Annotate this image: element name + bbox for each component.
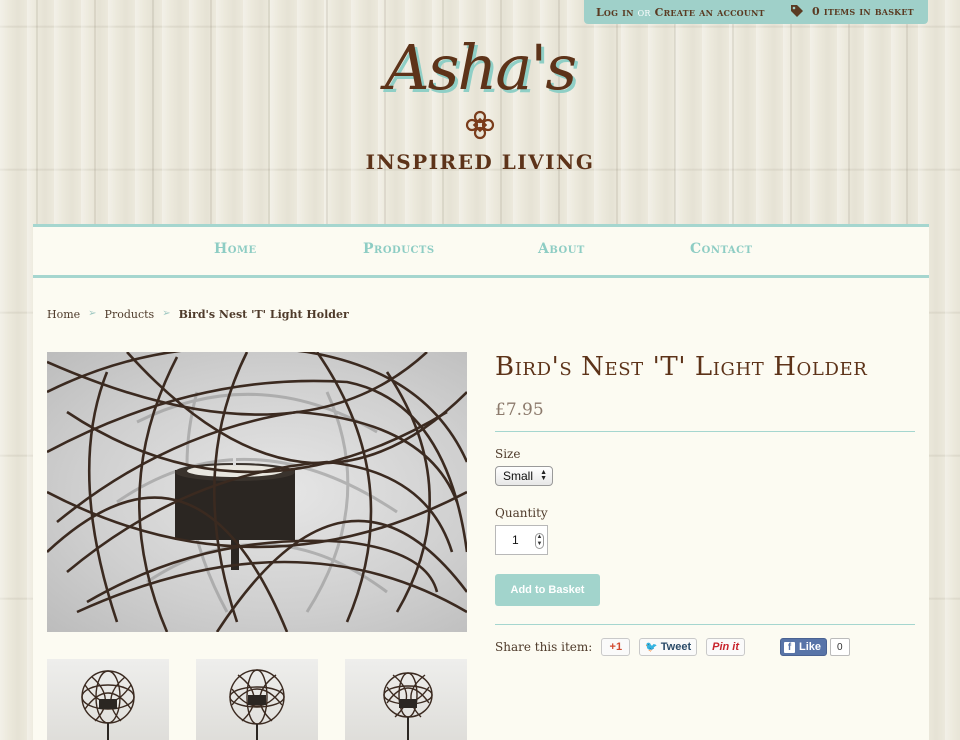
share-bar: Share this item: +1 🐦 Tweet Pin it f Lik… (495, 638, 850, 656)
nav-divider (33, 275, 929, 278)
quantity-value: 1 (512, 533, 519, 547)
twitter-bird-icon: 🐦 (645, 641, 658, 653)
size-value: Small (503, 469, 534, 483)
product-main-image[interactable] (47, 352, 467, 632)
quantity-input[interactable]: 1 ▲ ▼ (495, 525, 548, 555)
nav-contact[interactable]: Contact (690, 241, 753, 257)
add-to-basket-button[interactable]: Add to Basket (495, 574, 600, 606)
select-arrows-icon: ▲ ▼ (540, 469, 547, 482)
price-tag-icon (791, 5, 803, 17)
like-count: 0 (830, 638, 850, 656)
thumbnail-image (81, 670, 135, 740)
product-price: £7.95 (495, 400, 544, 420)
breadcrumb-products[interactable]: Products (105, 308, 155, 321)
knot-ornament-icon (465, 110, 495, 140)
quantity-label: Quantity (495, 506, 548, 520)
or-text: or (637, 5, 651, 19)
breadcrumb: Home ➢ Products ➢ Bird's Nest 'T' Light … (47, 308, 349, 321)
site-logo[interactable]: Asha's INSPIRED LIVING (360, 28, 600, 188)
size-select[interactable]: Small ▲ ▼ (495, 466, 553, 486)
breadcrumb-current: Bird's Nest 'T' Light Holder (178, 308, 349, 321)
nav-products[interactable]: Products (363, 241, 435, 257)
login-link[interactable]: Log in (596, 6, 634, 19)
thumbnail-image (229, 669, 285, 740)
google-plus-button[interactable]: +1 (601, 638, 631, 656)
birds-nest-photo (47, 352, 467, 632)
product-title: Bird's Nest 'T' Light Holder (495, 352, 868, 382)
product-thumbnail[interactable] (196, 659, 318, 740)
like-label: Like (799, 641, 822, 653)
share-label: Share this item: (495, 640, 593, 654)
basket-link[interactable]: 0 items in basket (790, 4, 914, 18)
account-bar: Log in or Create an account 0 items in b… (584, 0, 928, 24)
logo-tagline: INSPIRED LIVING (365, 150, 595, 174)
logo-script: Asha's (384, 31, 577, 104)
product-thumbnail[interactable] (47, 659, 169, 740)
main-nav: Home Products About Contact (33, 224, 929, 278)
nav-about[interactable]: About (538, 241, 585, 257)
divider (495, 431, 915, 432)
tweet-label: Tweet (660, 641, 692, 653)
basket-count: 0 items in basket (812, 4, 914, 18)
facebook-icon: f (784, 641, 796, 653)
content-panel: Home Products About Contact Home ➢ Produ… (33, 224, 929, 740)
breadcrumb-separator-icon: ➢ (162, 308, 171, 319)
breadcrumb-home[interactable]: Home (47, 308, 80, 321)
divider (495, 624, 915, 625)
create-account-link[interactable]: Create an account (655, 6, 765, 19)
tweet-button[interactable]: 🐦 Tweet (639, 638, 698, 656)
breadcrumb-separator-icon: ➢ (88, 308, 97, 319)
facebook-like-button[interactable]: f Like (780, 638, 828, 656)
nav-home[interactable]: Home (214, 241, 257, 257)
product-thumbnail[interactable] (345, 659, 467, 740)
pin-it-button[interactable]: Pin it (706, 638, 746, 656)
quantity-stepper-icon[interactable]: ▲ ▼ (535, 533, 544, 549)
size-label: Size (495, 447, 521, 461)
thumbnail-image (383, 672, 433, 740)
